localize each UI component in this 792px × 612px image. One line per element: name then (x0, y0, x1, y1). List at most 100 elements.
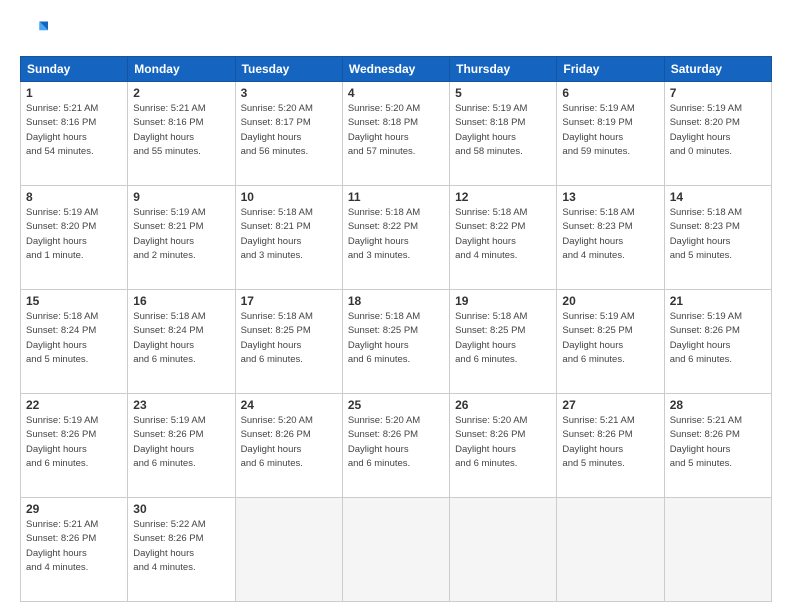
day-info: Sunrise: 5:19 AMSunset: 8:21 PMDaylight … (133, 206, 229, 263)
calendar-cell: 1 Sunrise: 5:21 AMSunset: 8:16 PMDaylight… (21, 82, 128, 186)
calendar-cell: 16 Sunrise: 5:18 AMSunset: 8:24 PMDayligh… (128, 290, 235, 394)
calendar-cell: 6 Sunrise: 5:19 AMSunset: 8:19 PMDaylight… (557, 82, 664, 186)
day-number: 21 (670, 294, 766, 308)
day-number: 4 (348, 86, 444, 100)
day-info: Sunrise: 5:19 AMSunset: 8:20 PMDaylight … (670, 102, 766, 159)
day-info: Sunrise: 5:21 AMSunset: 8:26 PMDaylight … (562, 414, 658, 471)
day-info: Sunrise: 5:21 AMSunset: 8:26 PMDaylight … (26, 518, 122, 575)
day-info: Sunrise: 5:19 AMSunset: 8:26 PMDaylight … (133, 414, 229, 471)
calendar-header-wednesday: Wednesday (342, 57, 449, 82)
calendar-cell: 17 Sunrise: 5:18 AMSunset: 8:25 PMDayligh… (235, 290, 342, 394)
calendar-week-1: 1 Sunrise: 5:21 AMSunset: 8:16 PMDaylight… (21, 82, 772, 186)
day-number: 24 (241, 398, 337, 412)
calendar-header-row: SundayMondayTuesdayWednesdayThursdayFrid… (21, 57, 772, 82)
calendar-cell: 11 Sunrise: 5:18 AMSunset: 8:22 PMDayligh… (342, 186, 449, 290)
calendar-cell: 26Sunrise: 5:20 AMSunset: 8:26 PMDayligh… (450, 394, 557, 498)
calendar-week-2: 8 Sunrise: 5:19 AMSunset: 8:20 PMDaylight… (21, 186, 772, 290)
calendar-week-3: 15 Sunrise: 5:18 AMSunset: 8:24 PMDayligh… (21, 290, 772, 394)
day-info: Sunrise: 5:21 AMSunset: 8:16 PMDaylight … (133, 102, 229, 159)
day-number: 28 (670, 398, 766, 412)
calendar-cell: 12 Sunrise: 5:18 AMSunset: 8:22 PMDayligh… (450, 186, 557, 290)
day-number: 1 (26, 86, 122, 100)
day-info: Sunrise: 5:21 AMSunset: 8:26 PMDaylight … (670, 414, 766, 471)
day-info: Sunrise: 5:18 AMSunset: 8:25 PMDaylight … (241, 310, 337, 367)
calendar-header-tuesday: Tuesday (235, 57, 342, 82)
calendar-cell: 30 Sunrise: 5:22 AMSunset: 8:26 PMDayligh… (128, 498, 235, 602)
day-number: 9 (133, 190, 229, 204)
day-number: 8 (26, 190, 122, 204)
day-info: Sunrise: 5:19 AMSunset: 8:26 PMDaylight … (670, 310, 766, 367)
day-number: 22 (26, 398, 122, 412)
calendar-cell: 2 Sunrise: 5:21 AMSunset: 8:16 PMDaylight… (128, 82, 235, 186)
day-info: Sunrise: 5:18 AMSunset: 8:23 PMDaylight … (670, 206, 766, 263)
day-info: Sunrise: 5:22 AMSunset: 8:26 PMDaylight … (133, 518, 229, 575)
day-number: 23 (133, 398, 229, 412)
calendar-table: SundayMondayTuesdayWednesdayThursdayFrid… (20, 56, 772, 602)
day-info: Sunrise: 5:19 AMSunset: 8:26 PMDaylight … (26, 414, 122, 471)
calendar-header-sunday: Sunday (21, 57, 128, 82)
calendar-cell: 27Sunrise: 5:21 AMSunset: 8:26 PMDayligh… (557, 394, 664, 498)
day-info: Sunrise: 5:18 AMSunset: 8:24 PMDaylight … (133, 310, 229, 367)
day-info: Sunrise: 5:18 AMSunset: 8:22 PMDaylight … (348, 206, 444, 263)
day-info: Sunrise: 5:18 AMSunset: 8:24 PMDaylight … (26, 310, 122, 367)
day-number: 2 (133, 86, 229, 100)
day-number: 13 (562, 190, 658, 204)
day-info: Sunrise: 5:19 AMSunset: 8:25 PMDaylight … (562, 310, 658, 367)
calendar-cell (235, 498, 342, 602)
day-number: 15 (26, 294, 122, 308)
day-info: Sunrise: 5:21 AMSunset: 8:16 PMDaylight … (26, 102, 122, 159)
calendar-cell: 23 Sunrise: 5:19 AMSunset: 8:26 PMDayligh… (128, 394, 235, 498)
day-number: 16 (133, 294, 229, 308)
day-number: 3 (241, 86, 337, 100)
calendar-cell (450, 498, 557, 602)
day-number: 5 (455, 86, 551, 100)
calendar-cell: 22 Sunrise: 5:19 AMSunset: 8:26 PMDayligh… (21, 394, 128, 498)
day-number: 11 (348, 190, 444, 204)
calendar-header-saturday: Saturday (664, 57, 771, 82)
day-info: Sunrise: 5:19 AMSunset: 8:19 PMDaylight … (562, 102, 658, 159)
calendar-cell: 3Sunrise: 5:20 AMSunset: 8:17 PMDaylight… (235, 82, 342, 186)
day-info: Sunrise: 5:20 AMSunset: 8:26 PMDaylight … (455, 414, 551, 471)
day-number: 10 (241, 190, 337, 204)
header (20, 18, 772, 46)
calendar-cell: 19Sunrise: 5:18 AMSunset: 8:25 PMDayligh… (450, 290, 557, 394)
day-info: Sunrise: 5:20 AMSunset: 8:26 PMDaylight … (348, 414, 444, 471)
day-number: 20 (562, 294, 658, 308)
page: SundayMondayTuesdayWednesdayThursdayFrid… (0, 0, 792, 612)
day-number: 7 (670, 86, 766, 100)
day-info: Sunrise: 5:18 AMSunset: 8:25 PMDaylight … (348, 310, 444, 367)
logo-icon (20, 18, 48, 46)
day-number: 12 (455, 190, 551, 204)
day-number: 6 (562, 86, 658, 100)
day-info: Sunrise: 5:19 AMSunset: 8:20 PMDaylight … (26, 206, 122, 263)
calendar-cell: 10Sunrise: 5:18 AMSunset: 8:21 PMDayligh… (235, 186, 342, 290)
calendar-cell: 20 Sunrise: 5:19 AMSunset: 8:25 PMDayligh… (557, 290, 664, 394)
day-info: Sunrise: 5:18 AMSunset: 8:22 PMDaylight … (455, 206, 551, 263)
day-number: 18 (348, 294, 444, 308)
day-number: 29 (26, 502, 122, 516)
day-info: Sunrise: 5:18 AMSunset: 8:23 PMDaylight … (562, 206, 658, 263)
calendar-header-thursday: Thursday (450, 57, 557, 82)
calendar-cell: 13 Sunrise: 5:18 AMSunset: 8:23 PMDayligh… (557, 186, 664, 290)
calendar-cell: 14Sunrise: 5:18 AMSunset: 8:23 PMDayligh… (664, 186, 771, 290)
calendar-cell: 4 Sunrise: 5:20 AMSunset: 8:18 PMDaylight… (342, 82, 449, 186)
calendar-cell: 24 Sunrise: 5:20 AMSunset: 8:26 PMDayligh… (235, 394, 342, 498)
day-number: 17 (241, 294, 337, 308)
day-info: Sunrise: 5:20 AMSunset: 8:18 PMDaylight … (348, 102, 444, 159)
calendar-cell: 9 Sunrise: 5:19 AMSunset: 8:21 PMDaylight… (128, 186, 235, 290)
logo (20, 18, 52, 46)
calendar-cell: 18 Sunrise: 5:18 AMSunset: 8:25 PMDayligh… (342, 290, 449, 394)
day-info: Sunrise: 5:19 AMSunset: 8:18 PMDaylight … (455, 102, 551, 159)
calendar-week-5: 29 Sunrise: 5:21 AMSunset: 8:26 PMDayligh… (21, 498, 772, 602)
calendar-cell: 21 Sunrise: 5:19 AMSunset: 8:26 PMDayligh… (664, 290, 771, 394)
calendar-cell: 29 Sunrise: 5:21 AMSunset: 8:26 PMDayligh… (21, 498, 128, 602)
day-number: 19 (455, 294, 551, 308)
calendar-cell: 28 Sunrise: 5:21 AMSunset: 8:26 PMDayligh… (664, 394, 771, 498)
day-number: 30 (133, 502, 229, 516)
calendar-cell: 25Sunrise: 5:20 AMSunset: 8:26 PMDayligh… (342, 394, 449, 498)
calendar-cell: 5 Sunrise: 5:19 AMSunset: 8:18 PMDaylight… (450, 82, 557, 186)
calendar-cell (557, 498, 664, 602)
day-info: Sunrise: 5:20 AMSunset: 8:26 PMDaylight … (241, 414, 337, 471)
calendar-header-friday: Friday (557, 57, 664, 82)
calendar-header-monday: Monday (128, 57, 235, 82)
